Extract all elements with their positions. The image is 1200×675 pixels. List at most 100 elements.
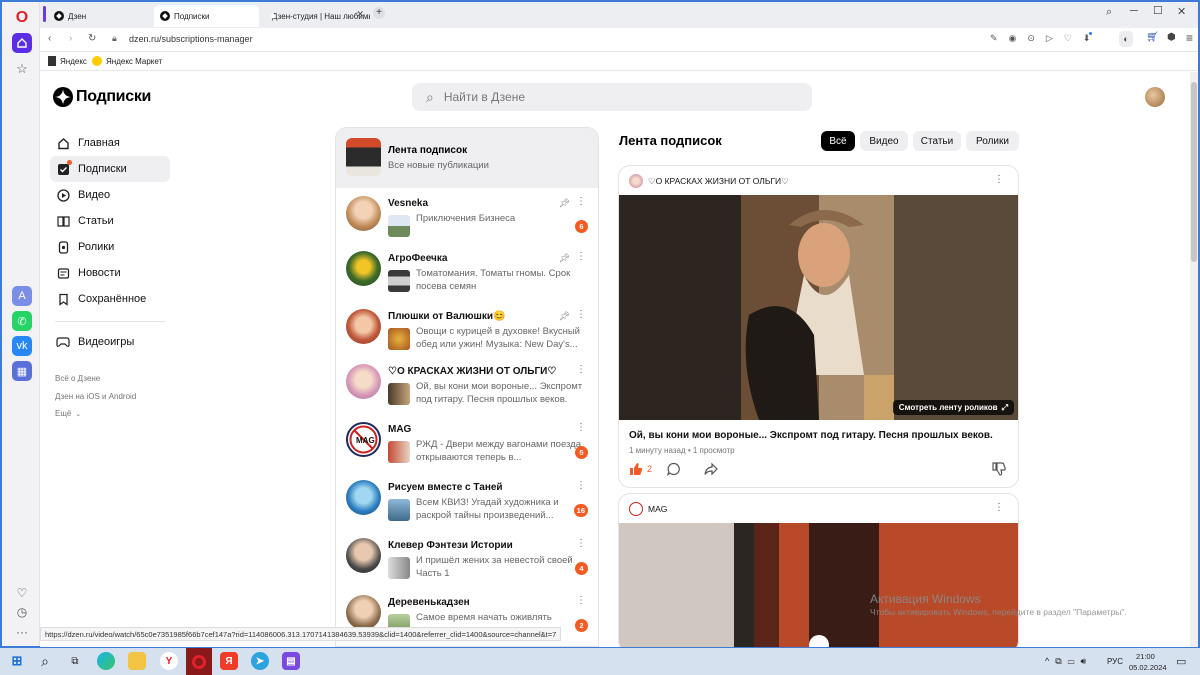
subscription-item[interactable]: MAG MAG РЖД - Двери между вагонами поезд… xyxy=(336,418,598,475)
pin-icon[interactable]: 📌︎ xyxy=(559,311,570,322)
filter-all-button[interactable]: Всё xyxy=(821,131,855,151)
more-options-icon[interactable]: ⋮ xyxy=(994,502,1004,513)
opera-logo-icon[interactable]: O xyxy=(12,8,32,28)
toolbar-icons[interactable]: ✎◉⊙▷♡⬇ xyxy=(990,33,1101,44)
apps-link[interactable]: Дзен на iOS и Android xyxy=(55,392,136,401)
close-tab-icon[interactable]: ✕ xyxy=(356,9,364,20)
subscription-item[interactable]: Рисуем вместе с Таней Всем КВИЗ! Угадай … xyxy=(336,476,598,533)
comment-icon[interactable] xyxy=(666,462,681,481)
opera-taskbar-button[interactable] xyxy=(186,648,212,675)
menu-icon[interactable]: ≡ xyxy=(1186,31,1193,45)
more-options-icon[interactable]: ⋮ xyxy=(576,252,586,262)
sidebar-item-home[interactable]: Главная xyxy=(50,130,170,156)
tab-dzen[interactable]: Дзен xyxy=(48,5,152,27)
whatsapp-icon[interactable]: ✆ xyxy=(12,311,32,331)
more-icon[interactable]: ··· xyxy=(12,622,32,642)
tab-dzen-studio[interactable]: Дзен-студия | Наш любимый ✕ xyxy=(262,5,370,27)
history-icon[interactable]: ◷ xyxy=(12,602,32,622)
extensions-icon[interactable]: ⬢ xyxy=(1167,32,1176,43)
filter-articles-button[interactable]: Статьи xyxy=(913,131,961,151)
subscription-item[interactable]: АгроФеечка Томатомания. Томаты гномы. Ср… xyxy=(336,247,598,304)
more-options-icon[interactable]: ⋮ xyxy=(576,365,586,375)
sidebar-item-saved[interactable]: Сохранённое xyxy=(50,286,170,312)
feed-all-item[interactable]: Лента подписок Все новые публикации xyxy=(336,128,598,188)
scrollbar-thumb[interactable] xyxy=(1191,82,1197,262)
cart-icon[interactable]: 🛒︎ xyxy=(1146,32,1159,43)
watch-shorts-button[interactable]: Смотреть ленту роликов ⤢ xyxy=(892,400,1014,415)
tab-subscriptions[interactable]: Подписки xyxy=(154,5,259,27)
post-card[interactable]: MAG ⋮ xyxy=(618,493,1019,647)
app-icon[interactable]: ▤ xyxy=(282,652,300,670)
subscription-item[interactable]: ♡О КРАСКАХ ЖИЗНИ ОТ ОЛЬГИ♡ Ой, вы кони м… xyxy=(336,360,598,417)
yandex-icon[interactable]: Я xyxy=(220,652,238,670)
more-options-icon[interactable]: ⋮ xyxy=(576,197,586,207)
edge-icon[interactable] xyxy=(97,652,115,670)
forward-icon[interactable]: › xyxy=(69,33,72,44)
subscription-item[interactable]: Клевер Фэнтези Истории И пришёл жених за… xyxy=(336,534,598,591)
sidebar-item-shorts[interactable]: Ролики xyxy=(50,234,170,260)
share-icon[interactable] xyxy=(704,462,718,481)
subscription-item[interactable]: Плюшки от Валюшки😊 Овощи с курицей в дух… xyxy=(336,305,598,362)
sidebar-item-subscriptions[interactable]: Подписки xyxy=(50,156,170,182)
more-options-icon[interactable]: ⋮ xyxy=(576,596,586,606)
video-preview[interactable]: Смотреть ленту роликов ⤢ xyxy=(619,195,1018,420)
yandex-browser-icon[interactable]: Y xyxy=(160,652,178,670)
file-explorer-icon[interactable] xyxy=(128,652,146,670)
notifications-icon[interactable]: ▭ xyxy=(1176,655,1186,668)
sidebar-item-news[interactable]: Новости xyxy=(50,260,170,286)
post-card[interactable]: ♡О КРАСКАХ ЖИЗНИ ОТ ОЛЬГИ♡ ⋮ Смотреть ле… xyxy=(618,165,1019,488)
tray-icons[interactable]: ^⧉▭🔊︎ xyxy=(1045,656,1092,667)
sidebar-item-articles[interactable]: Статьи xyxy=(50,208,170,234)
more-options-icon[interactable]: ⋮ xyxy=(576,423,586,433)
sidebar-item-video[interactable]: Видео xyxy=(50,182,170,208)
about-dzen-link[interactable]: Всё о Дзене xyxy=(55,374,100,383)
home-icon[interactable] xyxy=(12,33,32,53)
vk-icon[interactable]: vk xyxy=(12,336,32,356)
close-window-icon[interactable]: ✕ xyxy=(1177,5,1186,18)
profile-icon[interactable]: ◐ xyxy=(1119,31,1133,47)
telegram-icon[interactable]: ➤ xyxy=(251,652,269,670)
user-avatar[interactable] xyxy=(1145,87,1165,107)
dzen-logo[interactable]: Подписки xyxy=(53,87,151,107)
channel-name[interactable]: ♡О КРАСКАХ ЖИЗНИ ОТ ОЛЬГИ♡ xyxy=(648,176,789,187)
play-icon[interactable] xyxy=(809,635,829,647)
clock-time[interactable]: 21:00 xyxy=(1136,652,1155,661)
more-options-icon[interactable]: ⋮ xyxy=(994,174,1004,185)
more-options-icon[interactable]: ⋮ xyxy=(576,539,586,549)
task-view-icon[interactable]: ⧉ xyxy=(66,652,84,670)
search-tabs-icon[interactable]: ⌕ xyxy=(1106,6,1112,19)
back-icon[interactable]: ‹ xyxy=(48,33,51,44)
player-icon[interactable]: ▦ xyxy=(12,361,32,381)
clock-date[interactable]: 05.02.2024 xyxy=(1129,663,1167,672)
dislike-icon[interactable] xyxy=(992,462,1006,481)
sidebar-item-games[interactable]: Видеоигры xyxy=(50,329,170,355)
pin-icon[interactable]: 📌︎ xyxy=(559,198,570,209)
more-options-icon[interactable]: ⋮ xyxy=(576,481,586,491)
url-field[interactable]: dzen.ru/subscriptions-manager xyxy=(129,34,253,44)
channel-name[interactable]: MAG xyxy=(648,504,667,514)
maximize-icon[interactable]: ☐ xyxy=(1153,4,1163,17)
video-preview[interactable] xyxy=(619,523,1018,647)
filter-video-button[interactable]: Видео xyxy=(860,131,908,151)
pin-icon[interactable]: 📌︎ xyxy=(559,253,570,264)
post-title[interactable]: Ой, вы кони мои вороные... Экспромт под … xyxy=(629,430,993,441)
bookmark-yandex-market[interactable]: Яндекс Маркет xyxy=(92,56,162,66)
more-options-icon[interactable]: ⋮ xyxy=(576,310,586,320)
bookmark-yandex[interactable]: Яндекс xyxy=(48,56,87,66)
reload-icon[interactable]: ↻ xyxy=(88,33,96,44)
language-indicator[interactable]: РУС xyxy=(1107,657,1123,666)
more-link[interactable]: Ещё ⌄ xyxy=(55,409,81,418)
lock-icon[interactable]: 🔒︎ xyxy=(112,33,117,44)
search-icon[interactable]: ⌕ xyxy=(36,652,54,670)
page-scrollbar[interactable] xyxy=(1190,72,1198,647)
new-tab-button[interactable]: + xyxy=(373,7,385,19)
heart-icon[interactable]: ♡ xyxy=(12,583,32,603)
aria-icon[interactable]: A xyxy=(12,286,32,306)
search-input[interactable]: ⌕ Найти в Дзене xyxy=(412,83,812,111)
star-icon[interactable]: ☆ xyxy=(12,59,32,79)
like-button[interactable]: 2 xyxy=(629,462,652,476)
subscription-item[interactable]: Vesneka Приключения Бизнеса 📌︎ ⋮ 6 xyxy=(336,192,598,249)
filter-shorts-button[interactable]: Ролики xyxy=(966,131,1019,151)
minimize-icon[interactable]: ─ xyxy=(1130,5,1138,17)
windows-start-icon[interactable]: ⊞ xyxy=(8,652,26,670)
